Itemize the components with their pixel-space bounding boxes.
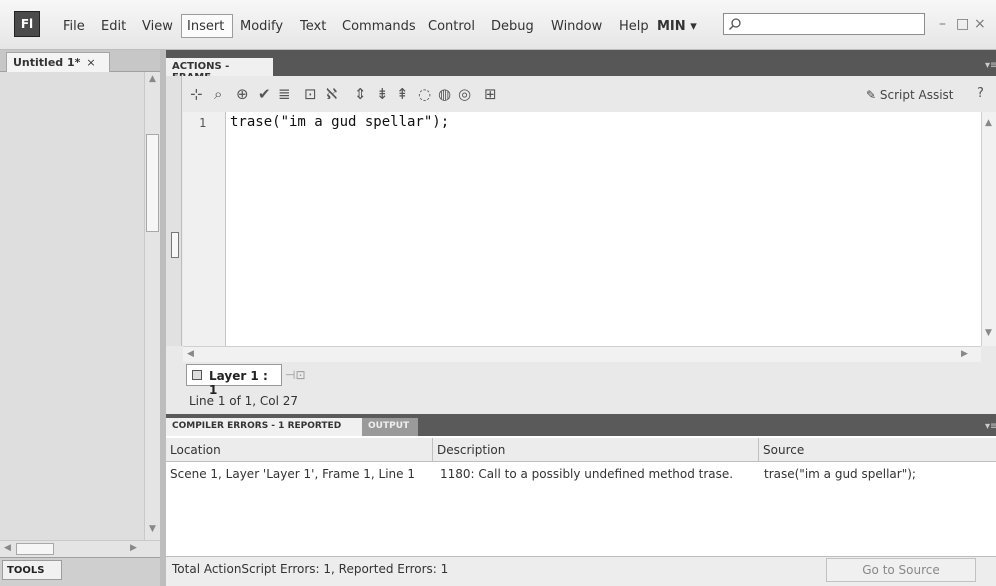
block-comment-icon[interactable]: ◌ <box>418 85 431 103</box>
collapse-between-icon[interactable]: ⇕ <box>354 85 367 103</box>
show-hide-toolbox-icon[interactable]: ⊞ <box>484 85 497 103</box>
check-syntax-icon[interactable]: ✔ <box>258 85 271 103</box>
expand-all-icon[interactable]: ⇞ <box>396 85 409 103</box>
menu-modify[interactable]: Modify <box>240 19 283 34</box>
actions-toolbox <box>166 76 182 346</box>
workspace-switcher[interactable]: MIN ▾ <box>657 19 697 34</box>
layer-icon <box>192 370 202 380</box>
search-icon <box>729 18 741 30</box>
line-comment-icon[interactable]: ◍ <box>438 85 451 103</box>
actions-panel-header <box>166 50 996 76</box>
close-icon[interactable]: × <box>86 56 95 69</box>
pin-script-icon[interactable]: ⊣⊡ <box>285 368 306 382</box>
find-icon[interactable]: ⌕ <box>214 85 222 103</box>
scroll-thumb[interactable] <box>146 134 159 232</box>
scroll-left-icon[interactable]: ◀ <box>4 543 11 553</box>
stage-vertical-scrollbar[interactable]: ▲ ▼ <box>144 72 160 540</box>
maximize-button[interactable]: □ <box>956 16 969 32</box>
stage-panel <box>0 72 160 557</box>
panel-menu-icon[interactable]: ▾≡ <box>985 421 996 432</box>
compiler-errors-tab[interactable]: COMPILER ERRORS - 1 REPORTED <box>166 418 362 436</box>
target-icon[interactable]: ⊕ <box>236 85 249 103</box>
close-window-button[interactable]: × <box>974 16 986 32</box>
go-to-source-button[interactable]: Go to Source <box>826 558 976 582</box>
menu-text[interactable]: Text <box>300 19 326 34</box>
script-editor[interactable] <box>226 112 981 346</box>
chevron-down-icon: ▾ <box>690 19 697 34</box>
menu-commands[interactable]: Commands <box>342 19 416 34</box>
cursor-position: Line 1 of 1, Col 27 <box>189 394 299 408</box>
actions-panel-title[interactable]: ACTIONS - FRAME <box>166 58 273 83</box>
debug-options-icon[interactable]: ℵ <box>326 85 337 103</box>
collapse-selection-icon[interactable]: ⇟ <box>376 85 389 103</box>
scroll-up-icon[interactable]: ▲ <box>149 74 156 84</box>
error-description[interactable]: 1180: Call to a possibly undefined metho… <box>440 467 733 481</box>
scroll-up-icon[interactable]: ▲ <box>985 118 992 128</box>
auto-format-icon[interactable]: ≣ <box>278 85 291 103</box>
tools-tab[interactable]: TOOLS <box>2 560 62 580</box>
script-assist-label: Script Assist <box>879 88 954 102</box>
editor-vertical-scrollbar[interactable]: ▲ ▼ <box>981 112 996 346</box>
error-location[interactable]: Scene 1, Layer 'Layer 1', Frame 1, Line … <box>170 467 415 481</box>
menu-debug[interactable]: Debug <box>491 19 534 34</box>
error-source[interactable]: trase("im a gud spellar"); <box>764 467 916 481</box>
document-tab-label: Untitled 1* <box>13 56 81 69</box>
scroll-down-icon[interactable]: ▼ <box>985 328 992 338</box>
scroll-left-icon[interactable]: ◀ <box>187 349 194 359</box>
script-assist-button[interactable]: ✎ Script Assist <box>866 88 954 102</box>
menu-edit[interactable]: Edit <box>101 19 126 34</box>
error-totals: Total ActionScript Errors: 1, Reported E… <box>172 562 449 576</box>
editor-horizontal-scrollbar[interactable]: ◀ ▶ <box>183 346 981 362</box>
column-location[interactable]: Location <box>166 438 433 462</box>
column-source[interactable]: Source <box>759 438 996 462</box>
app-logo: Fl <box>14 11 40 37</box>
column-description[interactable]: Description <box>433 438 759 462</box>
help-icon[interactable]: ? <box>977 86 984 101</box>
code-hint-icon[interactable]: ⊡ <box>304 85 317 103</box>
panel-menu-icon[interactable]: ▾≡ <box>985 60 996 71</box>
stage-horizontal-scrollbar[interactable]: ◀ ▶ <box>0 540 160 557</box>
document-tab[interactable]: Untitled 1* × <box>6 52 110 72</box>
line-number-gutter <box>183 112 226 346</box>
output-tab[interactable]: OUTPUT <box>362 418 418 436</box>
scroll-thumb[interactable] <box>16 543 54 555</box>
menu-window[interactable]: Window <box>551 19 602 34</box>
menu-file[interactable]: File <box>63 19 85 34</box>
workspace-label: MIN <box>657 19 686 34</box>
scroll-right-icon[interactable]: ▶ <box>130 543 137 553</box>
add-item-icon[interactable]: ⊹ <box>190 85 203 103</box>
minimize-button[interactable]: – <box>939 16 946 32</box>
menu-control[interactable]: Control <box>428 19 475 34</box>
search-input[interactable] <box>723 13 925 35</box>
scroll-right-icon[interactable]: ▶ <box>961 349 968 359</box>
code-line[interactable]: trase("im a gud spellar"); <box>230 114 449 130</box>
menu-insert[interactable]: Insert <box>187 19 224 34</box>
menu-help[interactable]: Help <box>619 19 649 34</box>
line-number: 1 <box>199 116 207 130</box>
menu-view[interactable]: View <box>142 19 173 34</box>
wand-icon: ✎ <box>866 88 877 102</box>
scroll-down-icon[interactable]: ▼ <box>149 524 156 534</box>
remove-comment-icon[interactable]: ◎ <box>458 85 471 103</box>
toolbox-toggle-icon[interactable] <box>171 232 179 258</box>
